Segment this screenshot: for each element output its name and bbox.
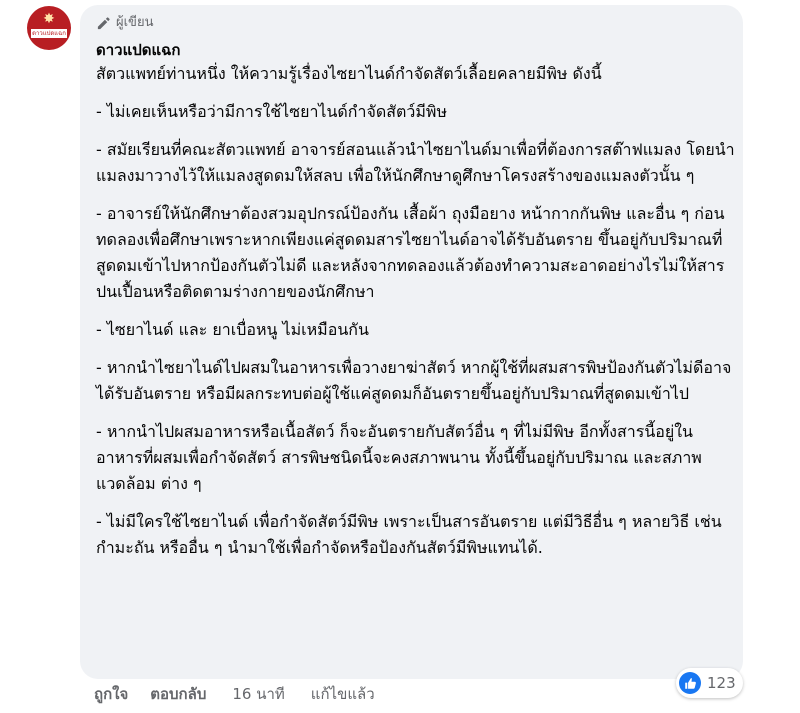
edited-label[interactable]: แก้ไขแล้ว <box>311 684 375 704</box>
comment-paragraph: - ไม่มีใครใช้ไซยาไนด์ เพื่อกำจัดสัตว์มีพ… <box>96 512 722 557</box>
comment-body: สัตวแพทย์ท่านหนึ่ง ให้ความรู้เรื่องไซยาไ… <box>96 61 736 573</box>
author-avatar[interactable]: ✸ ดาวแปดแฉก <box>27 6 71 50</box>
comment-paragraph: สัตวแพทย์ท่านหนึ่ง ให้ความรู้เรื่องไซยาไ… <box>96 64 602 83</box>
like-icon <box>679 672 701 694</box>
timestamp[interactable]: 16 นาที <box>232 684 284 704</box>
pencil-icon <box>97 16 110 29</box>
star-logo-icon: ✸ <box>43 11 55 27</box>
author-name[interactable]: ดาวแปดแฉก <box>96 40 181 60</box>
reaction-count: 123 <box>707 674 736 692</box>
author-badge-label: ผู้เขียน <box>116 15 154 30</box>
comment-actions: ถูกใจ ตอบกลับ 16 นาที แก้ไขแล้ว <box>94 684 375 704</box>
author-badge: ผู้เขียน <box>96 14 153 32</box>
comment-paragraph: - อาจารย์ให้นักศึกษาต้องสวมอุปกรณ์ป้องกั… <box>96 204 725 301</box>
comment-paragraph: - ไซยาไนด์ และ ยาเบื่อหนู ไม่เหมือนกัน <box>96 320 369 339</box>
comment-paragraph: - หากนำไซยาไนด์ไปผสมในอาหารเพื่อวางยาฆ่า… <box>96 358 732 403</box>
comment-bubble: ผู้เขียน ดาวแปดแฉก สัตวแพทย์ท่านหนึ่ง ให… <box>80 5 743 679</box>
avatar-logo-text: ดาวแปดแฉก <box>31 29 67 38</box>
comment-paragraph: - ไม่เคยเห็นหรือว่ามีการใช้ไซยาไนด์กำจัด… <box>96 102 448 121</box>
like-button[interactable]: ถูกใจ <box>94 684 128 704</box>
comment-paragraph: - สมัยเรียนที่คณะสัตวแพทย์ อาจารย์สอนแล้… <box>96 140 735 185</box>
comment-paragraph: - หากนำไปผสมอาหารหรือเนื้อสัตว์ ก็จะอันต… <box>96 422 702 493</box>
reply-button[interactable]: ตอบกลับ <box>150 684 206 704</box>
reaction-summary[interactable]: 123 <box>676 668 743 698</box>
